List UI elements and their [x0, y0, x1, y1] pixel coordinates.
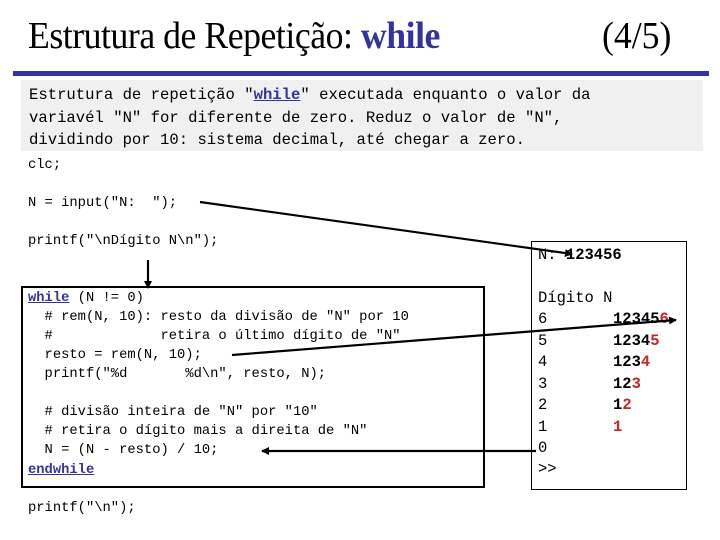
console-row-n-last-digit: 6: [659, 310, 669, 328]
console-row-digit: 3: [538, 374, 548, 393]
console-row-digit: 4: [538, 353, 548, 371]
console-output-box: [531, 241, 687, 490]
arrow-input-to-console: [199, 200, 573, 257]
code-loop-line: # retira o último dígito de "N": [28, 329, 401, 344]
console-row-n: 1234: [613, 352, 650, 374]
console-row-n-last-digit: 5: [650, 331, 660, 350]
console-row-n: 123456: [613, 309, 669, 331]
code-loop-line: # retira o dígito mais a direita de "N": [28, 424, 368, 439]
code-loop-line: # rem(N, 10): resto da divisão de "N" po…: [28, 310, 409, 325]
description-text: Estrutura de repetição "while" executada…: [29, 84, 590, 152]
console-final-digit: 0: [538, 439, 548, 457]
console-row-n: 12: [613, 395, 632, 417]
console-row-n: 1: [613, 417, 622, 439]
console-row-digit: 1: [538, 417, 548, 436]
title-text: Estrutura de Repetição:: [28, 15, 361, 57]
console-row-digit: 6: [538, 310, 548, 328]
console-row-digit: 5: [538, 331, 548, 350]
console-row-n-last-digit: 3: [631, 374, 641, 393]
while-keyword: while: [28, 291, 70, 306]
console-row-n-prefix: 12: [613, 374, 632, 393]
code-clc: clc;: [28, 158, 62, 173]
console-row-n-prefix: 1: [613, 396, 623, 414]
while-condition: (N != 0): [69, 291, 144, 306]
title-keyword: while: [360, 15, 440, 57]
console-prompt-label: N:: [538, 246, 566, 264]
code-loop-line: printf("%d %d\n", resto, N);: [28, 367, 327, 382]
code-printf-header: printf("\nDígito N\n");: [28, 234, 219, 249]
desc-line3: dividindo por 10: sistema decimal, até c…: [29, 131, 525, 149]
console-prompt-line: N: 123456: [538, 245, 622, 267]
desc-keyword: while: [253, 86, 301, 104]
console-row-n-prefix: 1234: [613, 331, 651, 350]
console-header: Dígito N: [538, 289, 613, 307]
code-while-line: while (N != 0): [28, 289, 144, 308]
desc-line1-a: Estrutura de repetição ": [29, 86, 254, 104]
console-prompt: >>: [538, 460, 557, 478]
desc-line1-b: " executada enquanto o valor da: [300, 86, 591, 104]
console-row-n-last-digit: 2: [622, 396, 632, 414]
code-loop-line: # divisão inteira de "N" por "10": [28, 405, 318, 420]
title-divider: [13, 71, 709, 76]
desc-line2: variavél "N" for diferente de zero. Redu…: [29, 108, 563, 127]
code-endwhile: endwhile: [28, 461, 94, 480]
page-indicator: (4/5): [602, 15, 672, 57]
endwhile-keyword: endwhile: [28, 463, 95, 478]
code-input: N = input("N: ");: [28, 196, 178, 211]
console-input-value: 123456: [565, 246, 622, 264]
code-loop-line: N = (N - resto) / 10;: [28, 443, 219, 458]
description-box: Estrutura de repetição "while" executada…: [21, 80, 703, 151]
console-row-n-prefix: 123: [613, 353, 641, 371]
console-row-n-prefix: 12345: [613, 310, 660, 328]
console-row-n-last-digit: 4: [640, 353, 651, 371]
code-loop-line: resto = rem(N, 10);: [28, 348, 202, 363]
console-row-digit: 2: [538, 396, 548, 414]
code-printf-end: printf("\n");: [28, 501, 136, 516]
console-row-n-last-digit: 1: [613, 417, 623, 436]
console-row-n: 123: [613, 374, 641, 396]
console-row-n: 12345: [613, 331, 660, 353]
slide-title: Estrutura de Repetição: while: [28, 14, 440, 58]
